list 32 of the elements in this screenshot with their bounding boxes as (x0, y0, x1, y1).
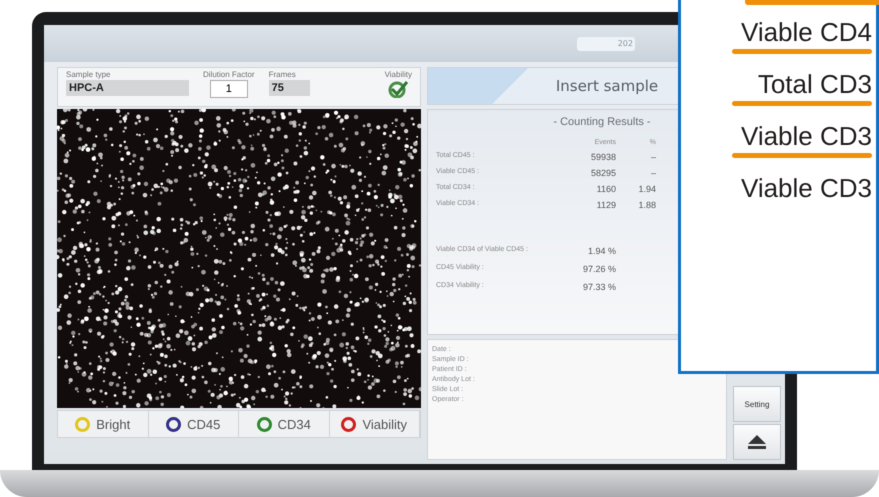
events-value: 1160 (596, 184, 616, 194)
field-label: Frames (268, 70, 296, 79)
percent-value: 1.94 (637, 184, 656, 194)
callout-text: Viable CD3 (740, 120, 872, 153)
percent-value: – (650, 152, 656, 162)
dilution-input[interactable]: 1 (210, 80, 248, 98)
percent-value: 1.88 (637, 200, 656, 210)
events-value: 59938 (590, 152, 616, 162)
legend-item[interactable]: CD34 (239, 411, 330, 437)
callout-text: Viable CD4 (740, 16, 872, 49)
check-icon (388, 80, 408, 98)
eject-button[interactable] (733, 424, 781, 460)
percent-value: – (650, 168, 656, 178)
legend-item[interactable]: Viability (330, 411, 420, 437)
events-value: 58295 (590, 168, 616, 178)
legend-item[interactable]: CD45 (148, 411, 239, 437)
summary-value: 1.94 % (586, 246, 616, 256)
setting-button[interactable]: Setting (733, 386, 781, 422)
field-label: Viability (384, 70, 412, 79)
events-value: 1129 (596, 200, 616, 210)
summary-value: 97.26 % (582, 264, 616, 274)
summary-value: 97.33 % (582, 282, 616, 292)
date-field: 202 (577, 36, 635, 50)
results-title: - Counting Results - (552, 116, 652, 128)
field-label: Dilution Factor (203, 70, 255, 79)
legend-item[interactable]: Bright (58, 411, 148, 437)
frames-select[interactable]: 75 (268, 80, 310, 96)
sample-type-select[interactable]: HPC-A (66, 80, 189, 96)
callout-text: Total CD3 (758, 68, 872, 101)
eject-icon (747, 434, 767, 450)
callout-text: Viable CD3 (740, 172, 872, 205)
field-label: Sample type (66, 70, 110, 79)
